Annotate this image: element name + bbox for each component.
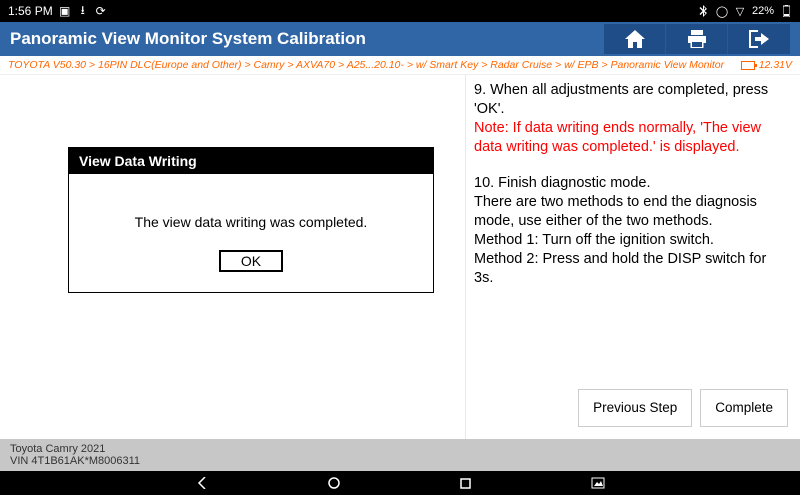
sync-icon: ⟳ [95, 5, 107, 17]
left-panel: View Data Writing The view data writing … [0, 75, 466, 439]
screenshot-icon [591, 477, 605, 489]
nav-back-button[interactable] [196, 477, 208, 489]
square-icon [460, 478, 471, 489]
dialog-title: View Data Writing [69, 148, 433, 174]
bluetooth-icon [698, 5, 710, 17]
header-button-group [604, 24, 790, 54]
nav-recent-button[interactable] [460, 478, 471, 489]
home-icon [625, 30, 645, 48]
action-button-row: Previous Step Complete [578, 389, 788, 427]
circle-icon [328, 477, 340, 489]
voltage-indicator: 12.31V [741, 59, 792, 71]
print-icon [687, 30, 707, 48]
download-icon: ⭳ [77, 5, 89, 17]
android-status-bar: 1:56 PM ▣ ⭳ ⟳ ◯ ▽ 22% [0, 0, 800, 22]
status-battery-text: 22% [752, 5, 774, 17]
android-nav-bar [0, 471, 800, 495]
footer-vin: VIN 4T1B61AK*M8006311 [10, 455, 790, 467]
exit-button[interactable] [728, 24, 790, 54]
right-panel: 9. When all adjustments are completed, p… [466, 75, 800, 439]
instruction-step-10a: 10. Finish diagnostic mode. [474, 174, 788, 193]
battery-icon [780, 5, 792, 17]
nav-screenshot-button[interactable] [591, 477, 605, 489]
voltage-value: 12.31V [759, 59, 792, 71]
status-time: 1:56 PM [8, 4, 53, 18]
back-icon [196, 477, 208, 489]
exit-icon [749, 30, 769, 48]
instruction-step-9: 9. When all adjustments are completed, p… [474, 81, 788, 119]
print-button[interactable] [666, 24, 728, 54]
complete-button[interactable]: Complete [700, 389, 788, 427]
page-title: Panoramic View Monitor System Calibratio… [10, 29, 604, 49]
breadcrumb-path: TOYOTA V50.30 > 16PIN DLC(Europe and Oth… [8, 59, 724, 71]
instruction-step-10b: There are two methods to end the diagnos… [474, 193, 788, 231]
signal-icon: ▽ [734, 5, 746, 17]
main-content: View Data Writing The view data writing … [0, 75, 800, 439]
battery-voltage-icon [741, 61, 755, 70]
instruction-method-2: Method 2: Press and hold the DISP switch… [474, 250, 788, 288]
dialog-ok-button[interactable]: OK [219, 250, 283, 272]
footer-vehicle: Toyota Camry 2021 [10, 443, 790, 455]
instruction-method-1: Method 1: Turn off the ignition switch. [474, 231, 788, 250]
dialog-body: The view data writing was completed. OK [69, 174, 433, 292]
image-icon: ▣ [59, 5, 71, 17]
wifi-icon: ◯ [716, 5, 728, 17]
home-button[interactable] [604, 24, 666, 54]
previous-step-button[interactable]: Previous Step [578, 389, 692, 427]
nav-home-button[interactable] [328, 477, 340, 489]
dialog-message: The view data writing was completed. [79, 214, 423, 230]
app-header: Panoramic View Monitor System Calibratio… [0, 22, 800, 56]
dialog-box: View Data Writing The view data writing … [68, 147, 434, 293]
breadcrumb: TOYOTA V50.30 > 16PIN DLC(Europe and Oth… [0, 56, 800, 75]
instruction-note: Note: If data writing ends normally, 'Th… [474, 119, 788, 157]
footer: Toyota Camry 2021 VIN 4T1B61AK*M8006311 [0, 439, 800, 471]
